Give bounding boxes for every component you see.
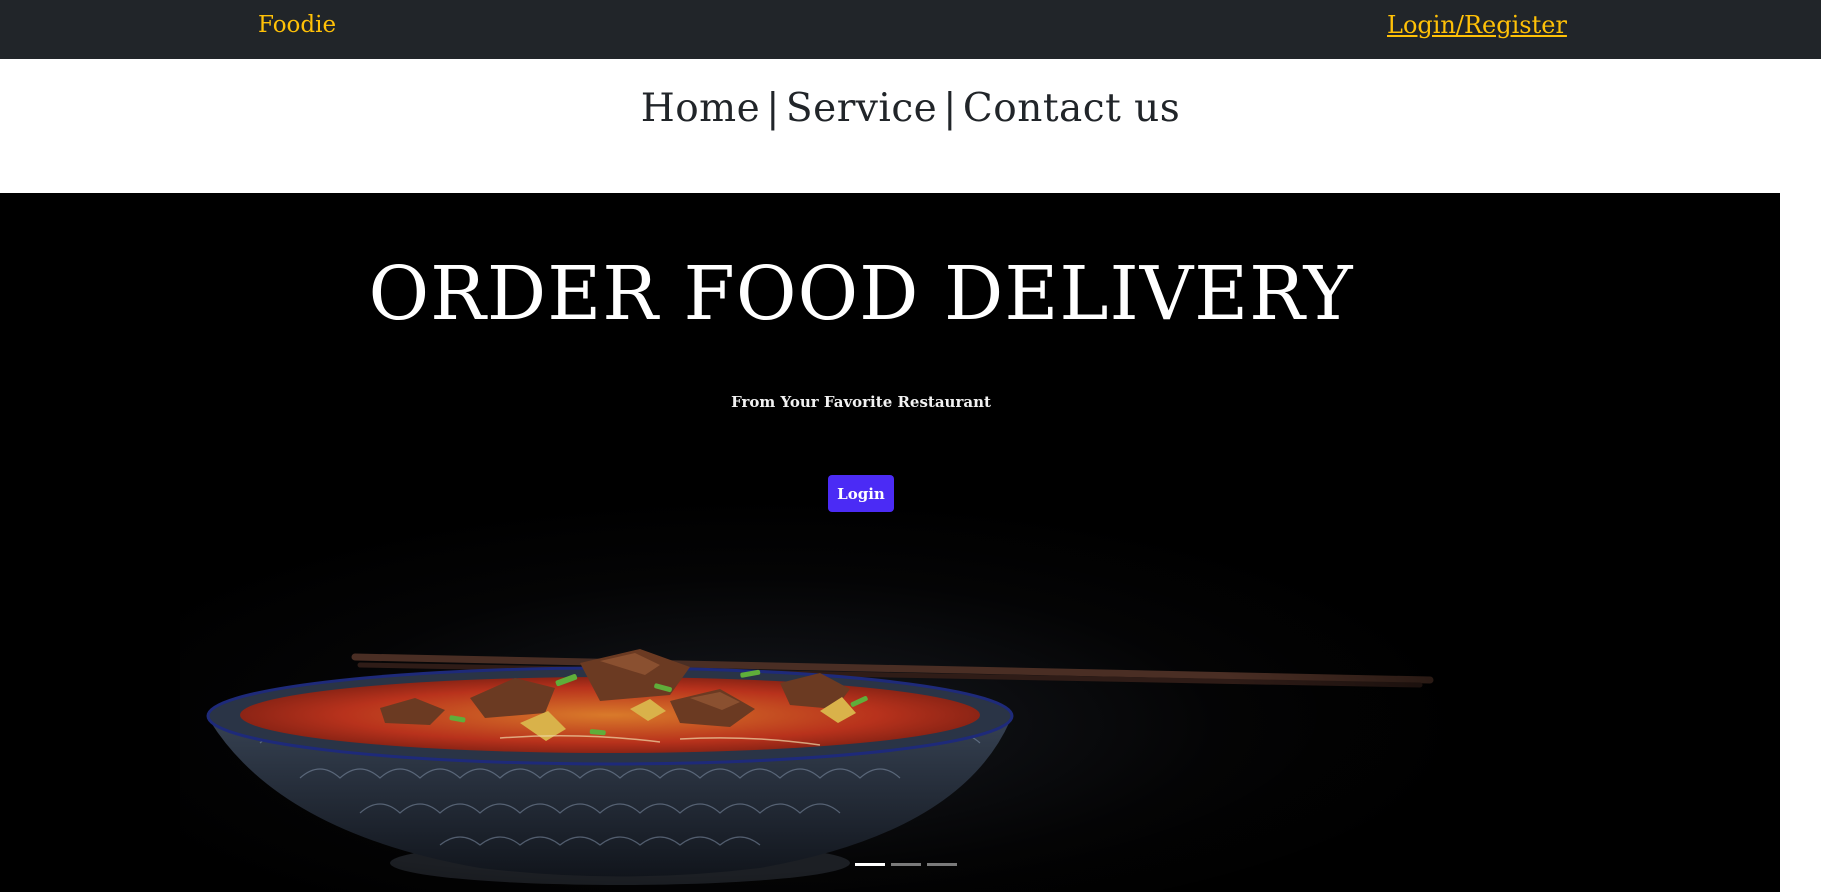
noodle-bowl-image bbox=[200, 533, 1500, 892]
carousel-indicator-3[interactable] bbox=[927, 863, 957, 866]
nav-item-contact[interactable]: Contact us bbox=[963, 86, 1180, 131]
carousel-indicators bbox=[855, 863, 957, 866]
nav-item-home[interactable]: Home bbox=[641, 86, 761, 131]
carousel-indicator-2[interactable] bbox=[891, 863, 921, 866]
top-navbar: Foodie Login/Register bbox=[0, 0, 1821, 59]
nav-separator: | bbox=[766, 86, 780, 131]
carousel-indicator-1[interactable] bbox=[855, 863, 885, 866]
nav-separator: | bbox=[943, 86, 957, 131]
hero-title: ORDER FOOD DELIVERY bbox=[368, 251, 1354, 337]
hero-subtitle: From Your Favorite Restaurant bbox=[731, 393, 991, 411]
hero-login-button[interactable]: Login bbox=[828, 475, 894, 512]
nav-item-service[interactable]: Service bbox=[786, 86, 937, 131]
hero-carousel: ORDER FOOD DELIVERY From Your Favorite R… bbox=[0, 193, 1780, 892]
main-nav: Home | Service | Contact us bbox=[0, 86, 1821, 131]
brand-link[interactable]: Foodie bbox=[258, 12, 336, 38]
login-register-link[interactable]: Login/Register bbox=[1387, 11, 1567, 39]
